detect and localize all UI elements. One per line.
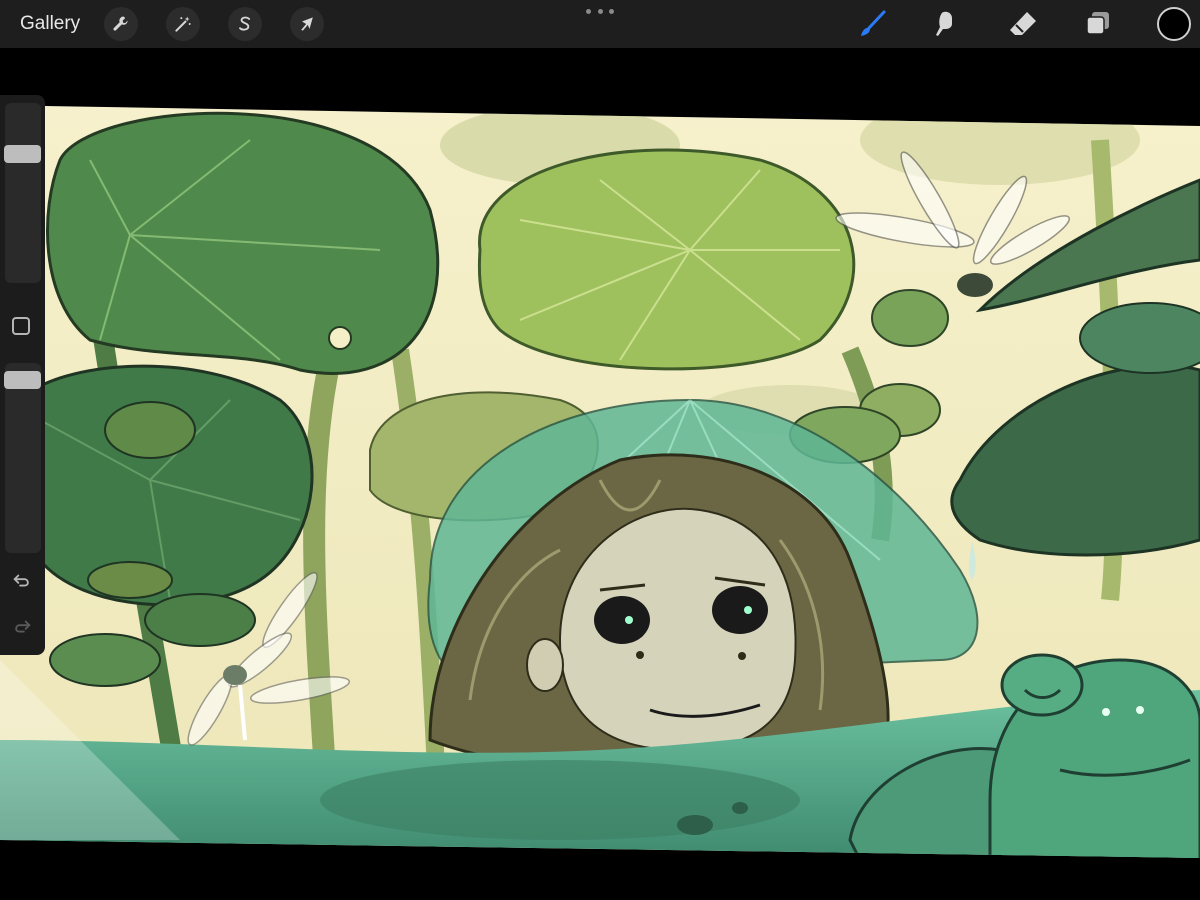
redo-arrow-icon — [15, 620, 31, 633]
procreate-app: Gallery — [0, 0, 1200, 900]
layers-tool-button[interactable] — [1080, 6, 1116, 42]
top-toolbar: Gallery — [0, 0, 1200, 48]
eye-highlight — [625, 616, 633, 624]
smudge-finger-icon — [936, 11, 952, 36]
actions-button[interactable] — [104, 7, 138, 41]
modify-button[interactable] — [12, 317, 30, 335]
artwork-canvas[interactable] — [0, 100, 1200, 860]
dot — [597, 8, 603, 14]
freckle — [738, 652, 746, 660]
brush-size-slider[interactable] — [4, 103, 41, 283]
undo-arrow-icon — [13, 574, 29, 587]
water-shadow — [320, 760, 800, 840]
eraser-icon — [1010, 12, 1036, 35]
leaf-large-left — [46, 111, 440, 375]
frog-highlight — [1136, 706, 1144, 714]
redo-button[interactable] — [10, 615, 34, 639]
arrow-cursor-icon — [301, 17, 313, 31]
magic-wand-icon — [175, 16, 191, 32]
small-leaf — [104, 401, 196, 459]
brush-tool-button[interactable] — [855, 6, 891, 42]
color-swatch[interactable] — [1157, 7, 1191, 41]
selection-button[interactable] — [228, 7, 262, 41]
frog-highlight — [1102, 708, 1110, 716]
more-options-icon[interactable] — [586, 4, 614, 18]
gallery-button[interactable]: Gallery — [20, 11, 80, 37]
small-leaf — [871, 289, 949, 347]
selection-s-icon — [239, 16, 251, 31]
small-leaf — [49, 633, 161, 687]
girl-eye-right — [712, 586, 768, 634]
brush-icon — [861, 10, 886, 36]
transform-button[interactable] — [290, 7, 324, 41]
illustration — [0, 106, 1200, 858]
layers-icon — [1086, 12, 1109, 35]
girl-ear — [526, 638, 564, 692]
small-leaf — [1079, 302, 1200, 374]
girl-eye-left — [594, 596, 650, 644]
dot — [586, 8, 591, 14]
undo-button[interactable] — [10, 569, 34, 593]
dot — [609, 8, 614, 14]
wrench-icon — [113, 16, 128, 31]
opacity-slider[interactable] — [4, 363, 41, 553]
freckle — [636, 651, 644, 659]
left-sidebar — [0, 95, 45, 655]
water-dot — [732, 802, 748, 814]
leaf-hole — [328, 326, 352, 350]
adjustments-button[interactable] — [166, 7, 200, 41]
brush-size-handle[interactable] — [4, 145, 41, 163]
water-dot — [677, 815, 713, 835]
eraser-tool-button[interactable] — [1005, 6, 1041, 42]
smudge-tool-button[interactable] — [928, 6, 964, 42]
small-leaf — [144, 593, 256, 647]
eye-highlight — [744, 606, 752, 614]
opacity-handle[interactable] — [4, 371, 41, 389]
frog-eye-bump — [1000, 653, 1084, 717]
small-leaf — [87, 561, 173, 599]
